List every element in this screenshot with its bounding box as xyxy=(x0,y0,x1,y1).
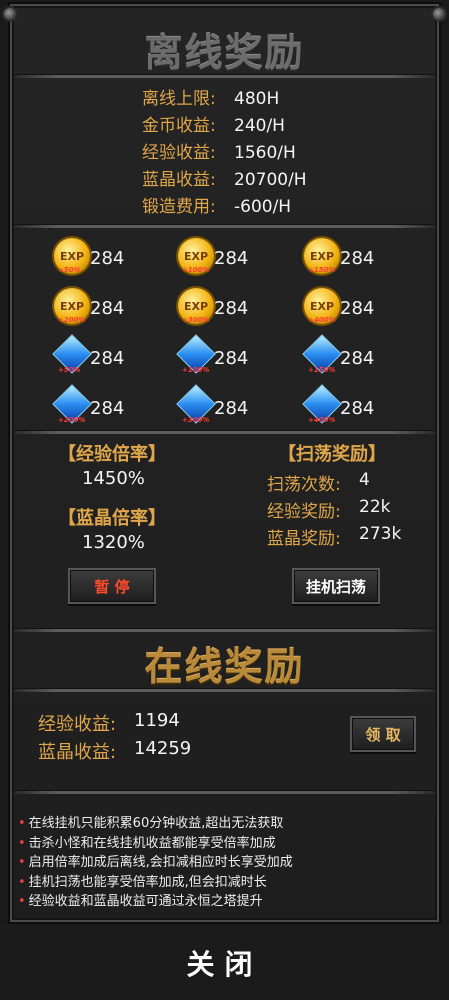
reward-count: 284 xyxy=(340,298,375,319)
corner-gem-icon xyxy=(433,8,445,20)
sweep-label: 经验奖励: xyxy=(267,502,341,522)
reward-item: EXP +150% 284 xyxy=(304,236,424,276)
reward-item: +200% 284 xyxy=(52,384,174,426)
reward-bonus: +200% xyxy=(58,316,86,324)
online-label: 蓝晶收益: xyxy=(38,742,117,763)
reward-item: EXP +100% 284 xyxy=(178,236,298,276)
reward-count: 284 xyxy=(90,248,125,269)
sweep-label: 扫荡次数: xyxy=(267,475,341,495)
stat-label: 金币收益: xyxy=(142,116,216,136)
reward-bonus: +150% xyxy=(308,366,336,374)
reward-count: 284 xyxy=(214,248,249,269)
divider xyxy=(14,628,435,632)
exp-rate-value: 1450% xyxy=(82,468,145,489)
stat-label: 经验收益: xyxy=(142,143,216,163)
sweep-row: 蓝晶奖励: 273k xyxy=(267,524,401,549)
stat-value: -600/H xyxy=(234,197,292,217)
reward-count: 284 xyxy=(90,398,125,419)
note-item: 经验收益和蓝晶收益可通过永恒之塔提升 xyxy=(18,892,293,912)
online-value: 1194 xyxy=(134,710,180,731)
offline-title: 离线奖励 xyxy=(144,30,305,75)
reward-bonus: +100% xyxy=(182,266,210,274)
stat-value: 240/H xyxy=(234,116,285,136)
pause-button[interactable]: 暂 停 xyxy=(68,568,156,604)
reward-bonus: +200% xyxy=(58,416,86,424)
reward-count: 284 xyxy=(90,298,125,319)
reward-item: EXP +400% 284 xyxy=(304,286,424,326)
auto-sweep-button[interactable]: 挂机扫荡 xyxy=(292,568,380,604)
online-title: 在线奖励 xyxy=(144,644,305,689)
stat-label: 锻造费用: xyxy=(142,197,216,217)
reward-count: 284 xyxy=(90,348,125,369)
reward-item: EXP +50% 284 xyxy=(54,236,174,276)
divider xyxy=(14,790,435,794)
reward-count: 284 xyxy=(340,398,375,419)
note-item: 在线挂机只能积累60分钟收益,超出无法获取 xyxy=(18,814,293,834)
notes-list: 在线挂机只能积累60分钟收益,超出无法获取 击杀小怪和在线挂机收益都能享受倍率加… xyxy=(18,814,293,912)
sweep-row: 扫荡次数: 4 xyxy=(267,470,370,495)
sweep-value: 22k xyxy=(359,497,391,517)
stat-value: 1560/H xyxy=(234,143,296,163)
reward-bonus: +300% xyxy=(182,316,210,324)
online-row: 蓝晶收益: 14259 xyxy=(38,738,191,764)
reward-count: 284 xyxy=(214,348,249,369)
divider xyxy=(14,74,435,78)
stat-value: 20700/H xyxy=(234,170,307,190)
reward-count: 284 xyxy=(214,398,249,419)
reward-count: 284 xyxy=(340,248,375,269)
reward-item: +50% 284 xyxy=(52,334,174,376)
reward-count: 284 xyxy=(214,298,249,319)
crystal-rate-title: 【蓝晶倍率】 xyxy=(58,508,166,529)
reward-bonus: +50% xyxy=(58,266,81,274)
sweep-value: 4 xyxy=(359,470,370,490)
online-row: 经验收益: 1194 xyxy=(38,710,180,736)
offline-stats: 离线上限: 480H 金币收益: 240/H 经验收益: 1560/H 蓝晶收益: 20… xyxy=(142,86,307,221)
exp-rate-title: 【经验倍率】 xyxy=(58,444,166,465)
corner-gem-icon xyxy=(4,8,16,20)
divider xyxy=(14,224,435,228)
reward-item: EXP +300% 284 xyxy=(178,286,298,326)
sweep-row: 经验奖励: 22k xyxy=(267,497,390,522)
sweep-value: 273k xyxy=(359,524,402,544)
claim-button[interactable]: 领 取 xyxy=(350,716,416,752)
close-button[interactable]: 关闭 xyxy=(0,926,449,1000)
reward-count: 284 xyxy=(340,348,375,369)
crystal-rate-value: 1320% xyxy=(82,532,145,553)
reward-bonus: +50% xyxy=(58,366,81,374)
sweep-title: 【扫荡奖励】 xyxy=(278,444,386,465)
stat-row: 经验收益: 1560/H xyxy=(142,140,307,167)
reward-bonus: +400% xyxy=(308,416,336,424)
reward-bonus: +300% xyxy=(182,416,210,424)
stat-row: 离线上限: 480H xyxy=(142,86,307,113)
reward-item: +300% 284 xyxy=(176,384,298,426)
note-item: 击杀小怪和在线挂机收益都能享受倍率加成 xyxy=(18,834,293,854)
note-item: 启用倍率加成后离线,会扣减相应时长享受加成 xyxy=(18,853,293,873)
stat-row: 锻造费用: -600/H xyxy=(142,194,307,221)
stat-row: 蓝晶收益: 20700/H xyxy=(142,167,307,194)
reward-item: +150% 284 xyxy=(302,334,424,376)
divider xyxy=(14,688,435,692)
reward-item: EXP +200% 284 xyxy=(54,286,174,326)
note-item: 挂机扫荡也能享受倍率加成,但会扣减时长 xyxy=(18,873,293,893)
reward-bonus: +100% xyxy=(182,366,210,374)
online-value: 14259 xyxy=(134,738,192,759)
reward-bonus: +150% xyxy=(308,266,336,274)
divider xyxy=(14,430,435,434)
reward-item: +400% 284 xyxy=(302,384,424,426)
online-label: 经验收益: xyxy=(38,714,117,735)
sweep-label: 蓝晶奖励: xyxy=(267,529,341,549)
stat-row: 金币收益: 240/H xyxy=(142,113,307,140)
reward-item: +100% 284 xyxy=(176,334,298,376)
stat-label: 离线上限: xyxy=(142,89,216,109)
stat-label: 蓝晶收益: xyxy=(142,170,216,190)
reward-bonus: +400% xyxy=(308,316,336,324)
stat-value: 480H xyxy=(234,89,280,109)
